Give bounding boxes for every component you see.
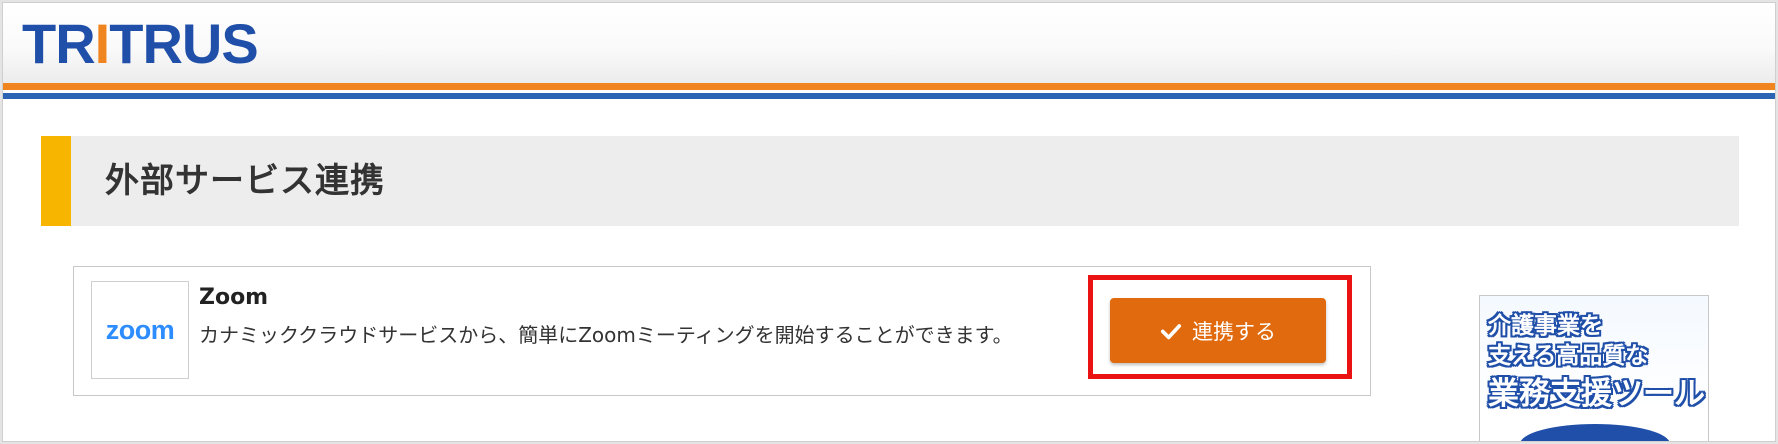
svg-text:TRITRUS: TRITRUS — [22, 13, 258, 73]
side-banner-ad[interactable]: 介護事業を 支える高品質な 業務支援ツール — [1479, 295, 1709, 441]
logo-letter-r: R — [55, 13, 95, 73]
banner-graphic — [1520, 424, 1670, 441]
banner-line-3: 業務支援ツール — [1488, 376, 1705, 412]
logo-letter-s: S — [221, 13, 257, 73]
service-description: カナミッククラウドサービスから、簡単にZoomミーティングを開始することができま… — [199, 323, 1013, 347]
connect-button-label: 連携する — [1192, 319, 1276, 344]
service-name: Zoom — [199, 285, 269, 310]
banner-line-1: 介護事業を — [1488, 313, 1603, 339]
header-stripe-orange — [3, 83, 1775, 90]
header-stripe-blue — [3, 93, 1775, 99]
site-header: TRITRUS — [3, 3, 1775, 83]
page-title-accent — [41, 136, 71, 226]
logo-letter-r2: R — [142, 13, 182, 73]
logo-letter-t2: T — [109, 13, 143, 73]
logo-letter-t: T — [22, 13, 56, 73]
logo-letter-i: I — [95, 13, 110, 73]
check-icon — [1160, 323, 1182, 339]
app-window: TRITRUS 外部サービス連携 zoom Zoom カナミッククラウドサービス… — [2, 2, 1776, 442]
zoom-logo-text: zoom — [105, 315, 175, 345]
page-title-bar: 外部サービス連携 — [41, 136, 1739, 226]
zoom-logo: zoom — [91, 281, 189, 379]
connect-button[interactable]: 連携する — [1110, 298, 1326, 363]
banner-line-2: 支える高品質な — [1488, 343, 1649, 369]
tritrus-logo[interactable]: TRITRUS — [22, 13, 322, 73]
page-title: 外部サービス連携 — [105, 161, 385, 201]
logo-letter-u: U — [182, 13, 221, 73]
